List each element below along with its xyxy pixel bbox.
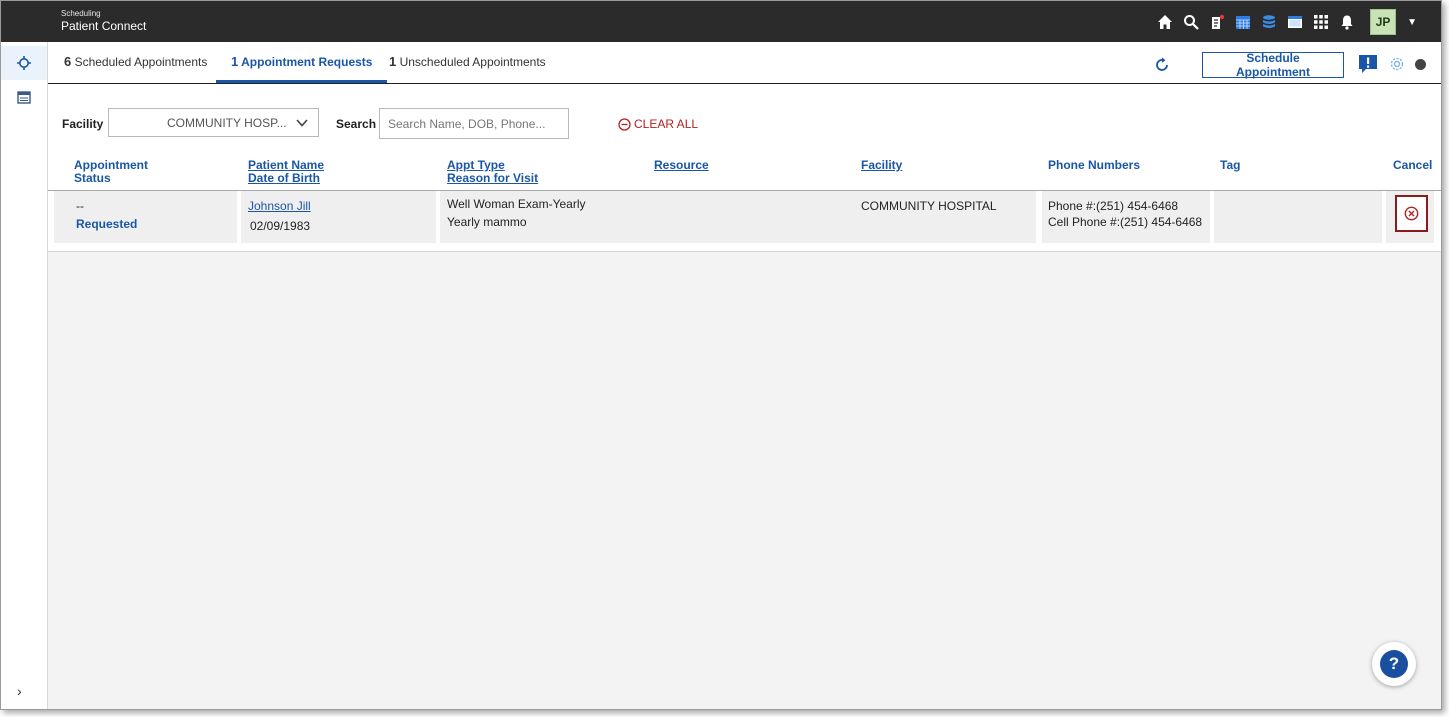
facility-value: COMMUNITY HOSPITAL	[861, 199, 997, 213]
table-row[interactable]: -- Requested Johnson Jill 02/09/1983 Wel…	[54, 191, 1434, 243]
patient-dob: 02/09/1983	[250, 219, 311, 233]
requests-panel: 6 Scheduled Appointments 1 Appointment R…	[48, 42, 1441, 252]
status-badge: Requested	[76, 217, 138, 231]
clipboard-icon[interactable]	[1208, 14, 1225, 31]
cell-appt-type: Well Woman Exam-Yearly Yearly mammo COMM…	[440, 191, 1036, 243]
cell-status: -- Requested	[54, 191, 237, 243]
column-label: Appt Type	[447, 158, 505, 172]
calendar-grid-icon[interactable]	[1234, 14, 1251, 31]
main-content: 6 Scheduled Appointments 1 Appointment R…	[48, 42, 1441, 709]
column-appt-type[interactable]: Appt Type Reason for Visit	[447, 159, 538, 185]
column-appointment-status: Appointment Status	[74, 159, 148, 185]
left-rail: ›	[1, 42, 48, 709]
column-label: Reason for Visit	[447, 171, 539, 185]
clear-all-button[interactable]: CLEAR ALL	[618, 117, 698, 131]
schedule-appointment-button[interactable]: Schedule Appointment	[1202, 51, 1344, 79]
stack-icon[interactable]	[1260, 14, 1277, 31]
calendar-icon	[17, 91, 31, 104]
bell-icon[interactable]	[1338, 14, 1355, 31]
top-icons: JP ▼	[1156, 9, 1417, 35]
user-avatar[interactable]: JP	[1370, 9, 1397, 35]
column-tag: Tag	[1220, 159, 1240, 172]
patient-name-link[interactable]: Johnson Jill	[248, 199, 436, 213]
refresh-icon[interactable]	[1153, 56, 1171, 74]
cell-tag	[1214, 191, 1382, 243]
close-circle-icon	[1404, 206, 1419, 221]
table-header: Appointment Status Patient Name Date of …	[48, 152, 1441, 191]
tab-count: 1	[389, 54, 397, 69]
gear-icon[interactable]	[1388, 55, 1406, 73]
rail-item-appointments[interactable]	[1, 46, 47, 80]
tab-label: Appointment Requests	[241, 55, 373, 69]
cell-phone-number: Cell Phone #:(251) 454-6468	[1048, 215, 1203, 229]
column-label: Tag	[1220, 158, 1241, 172]
phone-number: Phone #:(251) 454-6468	[1048, 199, 1179, 213]
home-icon[interactable]	[1156, 14, 1173, 31]
user-menu-chevron-down-icon[interactable]: ▼	[1407, 17, 1417, 28]
filter-bar: Facility COMMUNITY HOSP... Search CLEAR …	[48, 108, 1441, 142]
search-label: Search	[336, 117, 377, 131]
tab-label: Scheduled Appointments	[74, 55, 208, 69]
facility-label: Facility	[62, 117, 104, 131]
status-dot	[1415, 59, 1426, 70]
facility-select[interactable]: COMMUNITY HOSP...	[108, 108, 319, 137]
cell-phones: Phone #:(251) 454-6468 Cell Phone #:(251…	[1042, 191, 1210, 243]
column-facility[interactable]: Facility	[861, 159, 902, 172]
clear-all-label: CLEAR ALL	[634, 117, 699, 131]
facility-select-value: COMMUNITY HOSP...	[167, 115, 287, 130]
column-cancel: Cancel	[1393, 159, 1432, 172]
cell-patient: Johnson Jill 02/09/1983	[241, 191, 436, 243]
cell-cancel	[1386, 191, 1434, 243]
tab-label: Unscheduled Appointments	[399, 55, 546, 69]
column-patient-name[interactable]: Patient Name Date of Birth	[248, 159, 324, 185]
column-resource[interactable]: Resource	[654, 159, 709, 172]
help-icon: ?	[1380, 650, 1408, 678]
column-label: Phone Numbers	[1048, 158, 1141, 172]
search-input[interactable]	[379, 108, 569, 139]
column-label: Resource	[654, 158, 709, 172]
tab-count: 1	[231, 54, 239, 69]
chevron-down-icon	[296, 119, 308, 127]
column-label: Cancel	[1393, 158, 1433, 172]
reason-for-visit: Yearly mammo	[447, 215, 527, 229]
app-subtitle: Scheduling	[61, 9, 101, 18]
column-label: Patient Name	[248, 158, 325, 172]
expand-chevron-right-icon[interactable]: ›	[17, 683, 31, 699]
tab-scheduled-appointments[interactable]: 6 Scheduled Appointments	[64, 54, 207, 82]
tab-bar: 6 Scheduled Appointments 1 Appointment R…	[48, 42, 1441, 84]
cancel-appointment-button[interactable]	[1395, 195, 1428, 232]
column-label: Status	[74, 171, 111, 185]
top-bar: Scheduling Patient Connect JP ▼	[1, 1, 1441, 42]
tab-unscheduled-appointments[interactable]: 1 Unscheduled Appointments	[389, 54, 546, 82]
search-icon[interactable]	[1182, 14, 1199, 31]
column-label: Facility	[861, 158, 903, 172]
app-brand[interactable]: Scheduling Patient Connect	[61, 9, 147, 33]
apps-grid-icon[interactable]	[1312, 14, 1329, 31]
status-placeholder: --	[76, 199, 84, 213]
crosshair-icon	[17, 56, 31, 70]
column-label: Date of Birth	[248, 171, 320, 185]
tab-count: 6	[64, 54, 72, 69]
clear-minus-circle-icon	[618, 117, 631, 131]
window-icon[interactable]	[1286, 14, 1303, 31]
app-window: Scheduling Patient Connect JP ▼ › 6 Sche…	[0, 0, 1442, 710]
help-button[interactable]: ?	[1372, 642, 1416, 686]
alert-message-icon[interactable]	[1358, 54, 1378, 74]
tab-appointment-requests[interactable]: 1 Appointment Requests	[216, 54, 388, 83]
column-phone-numbers: Phone Numbers	[1048, 159, 1140, 172]
app-title: Patient Connect	[61, 19, 147, 33]
rail-item-calendar[interactable]	[1, 80, 47, 114]
